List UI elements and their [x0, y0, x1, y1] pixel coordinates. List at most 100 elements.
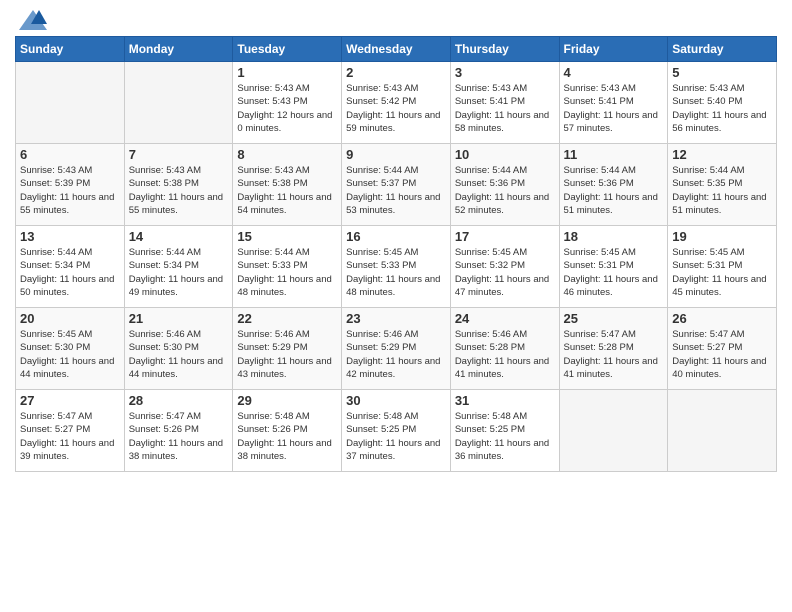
calendar-cell: 29Sunrise: 5:48 AMSunset: 5:26 PMDayligh… [233, 390, 342, 472]
calendar-cell: 12 Sunrise: 5:44 AMSunset: 5:35 PMDayligh… [668, 144, 777, 226]
weekday-header-row: SundayMondayTuesdayWednesdayThursdayFrid… [16, 37, 777, 62]
calendar-cell: 23 Sunrise: 5:46 AMSunset: 5:29 PMDayligh… [342, 308, 451, 390]
day-info: Sunrise: 5:45 AMSunset: 5:30 PMDaylight:… [20, 328, 120, 381]
day-number: 23 [346, 311, 446, 326]
logo-icon [19, 10, 47, 30]
day-number: 12 [672, 147, 772, 162]
calendar-cell: 5Sunrise: 5:43 AMSunset: 5:40 PMDaylight… [668, 62, 777, 144]
day-number: 21 [129, 311, 229, 326]
calendar-cell: 4Sunrise: 5:43 AMSunset: 5:41 PMDaylight… [559, 62, 668, 144]
weekday-header-wednesday: Wednesday [342, 37, 451, 62]
day-info: Sunrise: 5:43 AMSunset: 5:43 PMDaylight:… [237, 82, 337, 135]
day-number: 19 [672, 229, 772, 244]
day-number: 11 [564, 147, 664, 162]
calendar-cell: 11 Sunrise: 5:44 AMSunset: 5:36 PMDayligh… [559, 144, 668, 226]
day-number: 27 [20, 393, 120, 408]
day-info: Sunrise: 5:47 AMSunset: 5:27 PMDaylight:… [672, 328, 772, 381]
weekday-header-tuesday: Tuesday [233, 37, 342, 62]
calendar-cell: 13 Sunrise: 5:44 AMSunset: 5:34 PMDayligh… [16, 226, 125, 308]
calendar-cell: 17 Sunrise: 5:45 AMSunset: 5:32 PMDayligh… [450, 226, 559, 308]
calendar-cell: 16 Sunrise: 5:45 AMSunset: 5:33 PMDayligh… [342, 226, 451, 308]
week-row-5: 27 Sunrise: 5:47 AMSunset: 5:27 PMDayligh… [16, 390, 777, 472]
day-info: Sunrise: 5:47 AMSunset: 5:26 PMDaylight:… [129, 410, 229, 463]
calendar-cell: 7 Sunrise: 5:43 AMSunset: 5:38 PMDaylight… [124, 144, 233, 226]
weekday-header-thursday: Thursday [450, 37, 559, 62]
day-info: Sunrise: 5:44 AMSunset: 5:33 PMDaylight:… [237, 246, 337, 299]
calendar-cell: 1Sunrise: 5:43 AMSunset: 5:43 PMDaylight… [233, 62, 342, 144]
day-info: Sunrise: 5:44 AMSunset: 5:36 PMDaylight:… [564, 164, 664, 217]
calendar-cell: 22Sunrise: 5:46 AMSunset: 5:29 PMDayligh… [233, 308, 342, 390]
day-number: 7 [129, 147, 229, 162]
day-number: 2 [346, 65, 446, 80]
header [15, 10, 777, 30]
calendar-cell: 8 Sunrise: 5:43 AMSunset: 5:38 PMDaylight… [233, 144, 342, 226]
day-number: 15 [237, 229, 337, 244]
calendar-cell: 9 Sunrise: 5:44 AMSunset: 5:37 PMDaylight… [342, 144, 451, 226]
day-number: 13 [20, 229, 120, 244]
day-info: Sunrise: 5:45 AMSunset: 5:33 PMDaylight:… [346, 246, 446, 299]
calendar-cell: 27 Sunrise: 5:47 AMSunset: 5:27 PMDayligh… [16, 390, 125, 472]
day-number: 6 [20, 147, 120, 162]
page-container: SundayMondayTuesdayWednesdayThursdayFrid… [0, 0, 792, 477]
calendar-table: SundayMondayTuesdayWednesdayThursdayFrid… [15, 36, 777, 472]
day-info: Sunrise: 5:48 AMSunset: 5:25 PMDaylight:… [346, 410, 446, 463]
week-row-3: 13 Sunrise: 5:44 AMSunset: 5:34 PMDayligh… [16, 226, 777, 308]
calendar-cell: 24 Sunrise: 5:46 AMSunset: 5:28 PMDayligh… [450, 308, 559, 390]
calendar-cell: 21 Sunrise: 5:46 AMSunset: 5:30 PMDayligh… [124, 308, 233, 390]
day-info: Sunrise: 5:45 AMSunset: 5:32 PMDaylight:… [455, 246, 555, 299]
calendar-cell: 19 Sunrise: 5:45 AMSunset: 5:31 PMDayligh… [668, 226, 777, 308]
calendar-cell: 3Sunrise: 5:43 AMSunset: 5:41 PMDaylight… [450, 62, 559, 144]
calendar-cell: 26 Sunrise: 5:47 AMSunset: 5:27 PMDayligh… [668, 308, 777, 390]
day-info: Sunrise: 5:46 AMSunset: 5:29 PMDaylight:… [346, 328, 446, 381]
day-number: 25 [564, 311, 664, 326]
day-number: 4 [564, 65, 664, 80]
day-info: Sunrise: 5:43 AMSunset: 5:38 PMDaylight:… [129, 164, 229, 217]
weekday-header-sunday: Sunday [16, 37, 125, 62]
day-info: Sunrise: 5:43 AMSunset: 5:38 PMDaylight:… [237, 164, 337, 217]
weekday-header-saturday: Saturday [668, 37, 777, 62]
calendar-cell: 18Sunrise: 5:45 AMSunset: 5:31 PMDayligh… [559, 226, 668, 308]
day-info: Sunrise: 5:47 AMSunset: 5:28 PMDaylight:… [564, 328, 664, 381]
calendar-cell [124, 62, 233, 144]
day-number: 9 [346, 147, 446, 162]
calendar-cell: 14Sunrise: 5:44 AMSunset: 5:34 PMDayligh… [124, 226, 233, 308]
day-info: Sunrise: 5:46 AMSunset: 5:30 PMDaylight:… [129, 328, 229, 381]
day-info: Sunrise: 5:44 AMSunset: 5:35 PMDaylight:… [672, 164, 772, 217]
day-info: Sunrise: 5:46 AMSunset: 5:28 PMDaylight:… [455, 328, 555, 381]
day-number: 17 [455, 229, 555, 244]
day-info: Sunrise: 5:43 AMSunset: 5:42 PMDaylight:… [346, 82, 446, 135]
calendar-cell: 28 Sunrise: 5:47 AMSunset: 5:26 PMDayligh… [124, 390, 233, 472]
day-info: Sunrise: 5:47 AMSunset: 5:27 PMDaylight:… [20, 410, 120, 463]
day-number: 8 [237, 147, 337, 162]
day-number: 28 [129, 393, 229, 408]
day-number: 10 [455, 147, 555, 162]
day-number: 5 [672, 65, 772, 80]
day-number: 20 [20, 311, 120, 326]
day-info: Sunrise: 5:44 AMSunset: 5:34 PMDaylight:… [20, 246, 120, 299]
calendar-cell [559, 390, 668, 472]
day-number: 24 [455, 311, 555, 326]
calendar-cell: 25 Sunrise: 5:47 AMSunset: 5:28 PMDayligh… [559, 308, 668, 390]
day-info: Sunrise: 5:48 AMSunset: 5:25 PMDaylight:… [455, 410, 555, 463]
day-number: 16 [346, 229, 446, 244]
calendar-cell: 2 Sunrise: 5:43 AMSunset: 5:42 PMDaylight… [342, 62, 451, 144]
day-info: Sunrise: 5:48 AMSunset: 5:26 PMDaylight:… [237, 410, 337, 463]
week-row-4: 20 Sunrise: 5:45 AMSunset: 5:30 PMDayligh… [16, 308, 777, 390]
day-info: Sunrise: 5:44 AMSunset: 5:34 PMDaylight:… [129, 246, 229, 299]
day-number: 26 [672, 311, 772, 326]
day-number: 30 [346, 393, 446, 408]
day-info: Sunrise: 5:45 AMSunset: 5:31 PMDaylight:… [672, 246, 772, 299]
calendar-cell [16, 62, 125, 144]
calendar-cell: 20 Sunrise: 5:45 AMSunset: 5:30 PMDayligh… [16, 308, 125, 390]
calendar-cell [668, 390, 777, 472]
week-row-1: 1Sunrise: 5:43 AMSunset: 5:43 PMDaylight… [16, 62, 777, 144]
day-info: Sunrise: 5:44 AMSunset: 5:36 PMDaylight:… [455, 164, 555, 217]
calendar-cell: 6 Sunrise: 5:43 AMSunset: 5:39 PMDaylight… [16, 144, 125, 226]
day-info: Sunrise: 5:43 AMSunset: 5:41 PMDaylight:… [455, 82, 555, 135]
day-number: 18 [564, 229, 664, 244]
day-info: Sunrise: 5:44 AMSunset: 5:37 PMDaylight:… [346, 164, 446, 217]
day-number: 31 [455, 393, 555, 408]
weekday-header-friday: Friday [559, 37, 668, 62]
calendar-cell: 30 Sunrise: 5:48 AMSunset: 5:25 PMDayligh… [342, 390, 451, 472]
day-info: Sunrise: 5:43 AMSunset: 5:39 PMDaylight:… [20, 164, 120, 217]
